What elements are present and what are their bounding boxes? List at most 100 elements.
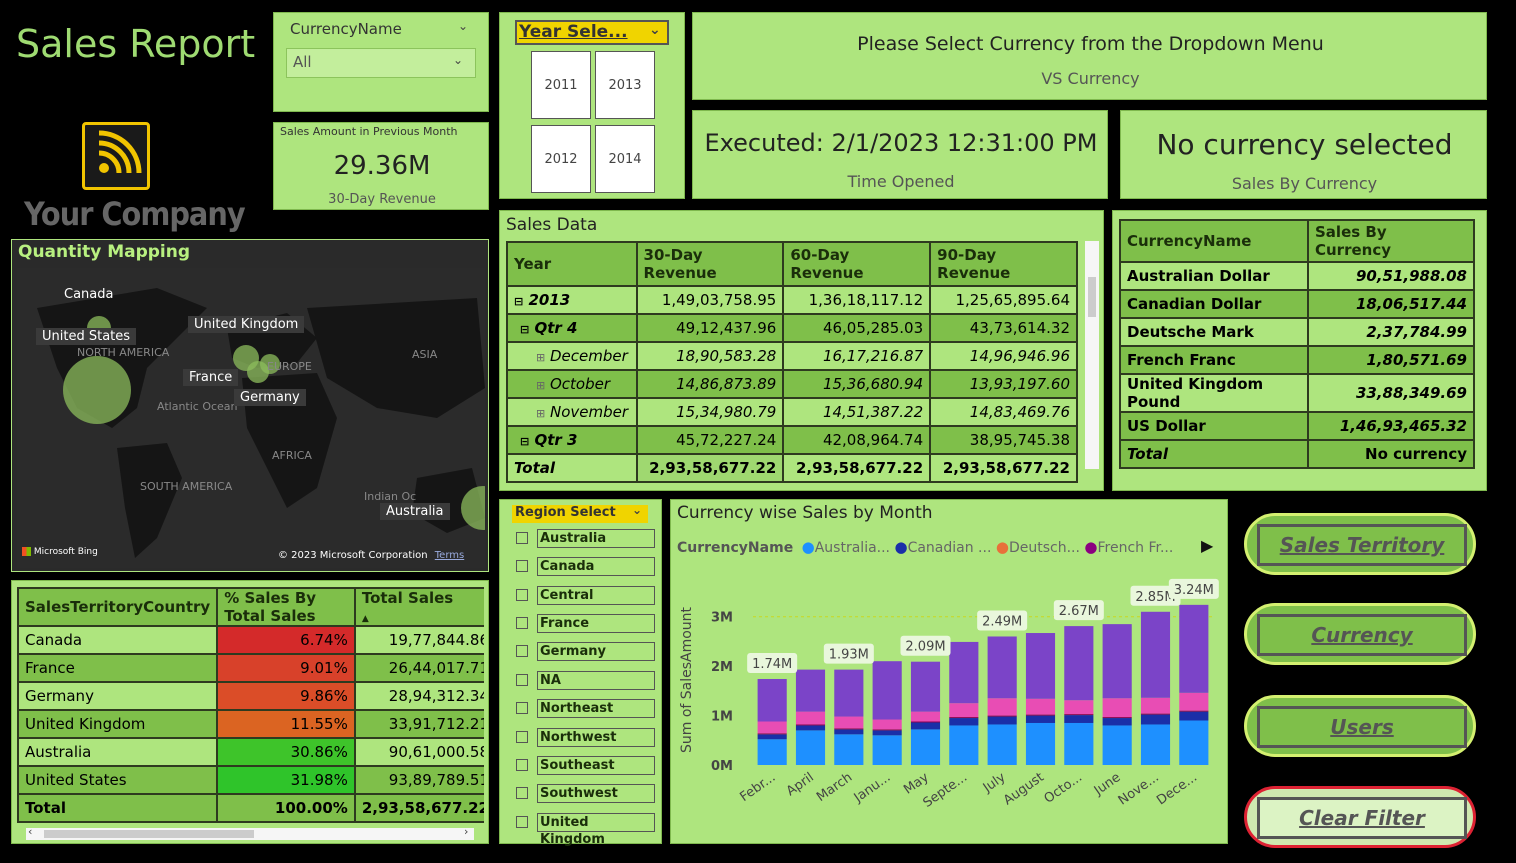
world-map[interactable]: NORTH AMERICA EUROPE ASIA Atlantic Ocean… (17, 268, 485, 568)
bar-segment[interactable] (1102, 717, 1132, 719)
collapse-icon[interactable]: ⊟ (520, 435, 529, 448)
bar-segment[interactable] (872, 661, 902, 720)
bar-segment[interactable] (949, 718, 979, 726)
bar-segment[interactable] (1179, 710, 1209, 712)
bar-segment[interactable] (1064, 714, 1094, 716)
checkbox[interactable] (516, 702, 528, 714)
expand-icon[interactable]: ⊞ (536, 407, 545, 420)
bar-segment[interactable] (872, 735, 902, 765)
bar-segment[interactable] (795, 711, 826, 725)
row-label[interactable]: ⊟ Qtr 3 (506, 425, 638, 455)
year-tile[interactable]: 2012 (531, 125, 591, 193)
bar-segment[interactable] (1025, 698, 1056, 715)
expand-icon[interactable]: ⊞ (536, 379, 545, 392)
bar-segment[interactable] (949, 641, 979, 704)
year-slicer-label[interactable]: Year Sele... ⌄ (515, 20, 669, 45)
quantity-map[interactable]: Quantity Mapping NORTH AMERICA EUROPE AS… (11, 239, 489, 572)
col-header[interactable]: CurrencyName (1119, 219, 1309, 263)
bar-segment[interactable] (949, 725, 979, 765)
col-header[interactable]: SalesTerritoryCountry (17, 587, 219, 627)
bar-segment[interactable] (949, 703, 979, 718)
bar-segment[interactable] (1025, 715, 1056, 723)
bar-segment[interactable] (1064, 700, 1094, 715)
horizontal-scrollbar[interactable]: ‹ › (26, 825, 474, 840)
collapse-icon[interactable]: ⊟ (520, 323, 529, 336)
bar-segment[interactable] (1140, 724, 1171, 765)
bar-segment[interactable] (834, 669, 864, 717)
col-header[interactable]: 60-Day Revenue (782, 241, 932, 287)
bar-segment[interactable] (757, 721, 787, 734)
bar-segment[interactable] (910, 721, 941, 723)
bar-segment[interactable] (910, 722, 941, 730)
collapse-icon[interactable]: ⊟ (514, 295, 523, 308)
bar-segment[interactable] (872, 719, 902, 730)
bar-segment[interactable] (1179, 692, 1209, 711)
bar-segment[interactable] (910, 711, 941, 722)
scroll-left-icon[interactable]: ‹ (28, 825, 32, 838)
bar-segment[interactable] (1025, 714, 1056, 716)
bar-segment[interactable] (872, 729, 902, 731)
bar-segment[interactable] (987, 715, 1017, 717)
currency-button[interactable]: Currency (1244, 603, 1476, 665)
bar-segment[interactable] (834, 716, 864, 729)
expand-icon[interactable]: ⊞ (536, 351, 545, 364)
year-tile[interactable]: 2011 (531, 51, 591, 119)
checkbox[interactable] (516, 816, 528, 828)
checkbox[interactable] (516, 645, 528, 657)
bar-segment[interactable] (834, 728, 864, 730)
bar-segment[interactable] (987, 636, 1017, 699)
checkbox[interactable] (516, 589, 528, 601)
bar-segment[interactable] (1179, 720, 1209, 765)
row-label[interactable]: ⊞ December (506, 341, 638, 371)
legend-item[interactable]: Canadian ... (908, 540, 992, 556)
year-tile[interactable]: 2014 (595, 125, 655, 193)
legend-next-icon[interactable]: ▶ (1201, 536, 1213, 555)
users-button[interactable]: Users (1244, 695, 1476, 757)
legend-item[interactable]: Deutsch... (1009, 540, 1080, 556)
bar-segment[interactable] (795, 669, 826, 712)
col-header[interactable]: % Sales By Total Sales (216, 587, 356, 627)
currency-dropdown[interactable]: All ⌄ (286, 48, 476, 78)
bar-segment[interactable] (910, 661, 941, 712)
bar-segment[interactable] (949, 717, 979, 719)
bar-segment[interactable] (1140, 611, 1171, 698)
col-header[interactable]: 30-Day Revenue (635, 241, 785, 287)
bar-segment[interactable] (1064, 722, 1094, 765)
row-label[interactable]: ⊞ October (506, 369, 638, 399)
scroll-right-icon[interactable]: › (464, 825, 468, 838)
bar-segment[interactable] (757, 678, 787, 722)
year-tile[interactable]: 2013 (595, 51, 655, 119)
bar-segment[interactable] (1179, 711, 1209, 721)
bar-segment[interactable] (1102, 624, 1132, 699)
col-header[interactable]: Year (506, 241, 638, 287)
bar-segment[interactable] (1102, 718, 1132, 726)
bar-segment[interactable] (1025, 633, 1056, 699)
bar-segment[interactable] (834, 729, 864, 735)
bar-segment[interactable] (1140, 714, 1171, 725)
currency-slicer[interactable]: CurrencyName ⌄ All ⌄ (273, 12, 489, 112)
year-slicer[interactable]: Year Sele... ⌄ 2011 2013 2012 2014 (499, 12, 685, 199)
bar-segment[interactable] (1064, 626, 1094, 701)
col-header[interactable]: 90-Day Revenue (929, 241, 1078, 287)
vertical-scrollbar[interactable] (1085, 241, 1099, 469)
bubble[interactable] (63, 356, 131, 424)
bar-segment[interactable] (795, 725, 826, 731)
bar-segment[interactable] (795, 730, 826, 765)
row-label[interactable]: ⊟ 2013 (506, 285, 638, 315)
sales-territory-button[interactable]: Sales Territory (1244, 513, 1476, 575)
row-label[interactable]: ⊞ November (506, 397, 638, 427)
legend-item[interactable]: French Fr... (1097, 540, 1173, 556)
bar-segment[interactable] (987, 724, 1017, 765)
checkbox[interactable] (516, 787, 528, 799)
bar-segment[interactable] (1179, 604, 1209, 693)
bar-segment[interactable] (757, 739, 787, 765)
bar-segment[interactable] (1140, 713, 1171, 715)
bar-segment[interactable] (910, 729, 941, 765)
bar-segment[interactable] (1102, 698, 1132, 718)
clear-filter-button[interactable]: Clear Filter (1244, 786, 1476, 848)
bar-segment[interactable] (1064, 715, 1094, 723)
stacked-bar-chart[interactable]: Sum of SalesAmount 0M 1M 2M 3M Febr... AprilMa… (671, 560, 1227, 842)
bar-segment[interactable] (1140, 697, 1171, 714)
bar-segment[interactable] (757, 733, 787, 735)
chevron-down-icon[interactable]: ⌄ (649, 22, 661, 38)
